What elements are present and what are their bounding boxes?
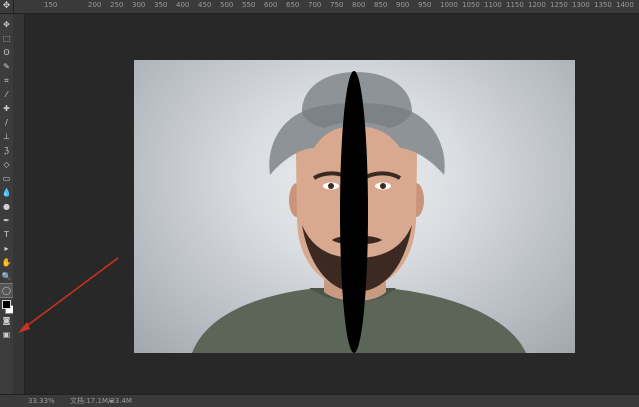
crop-tool-icon[interactable]: ⌗ xyxy=(0,74,13,87)
top-ruler: 150 200 250 300 350 400 450 500 550 600 650 700 750 8… xyxy=(0,0,639,14)
ruler-tick-label: 1050 xyxy=(462,1,480,9)
history-brush-tool-icon[interactable]: ℨ xyxy=(0,144,13,157)
ruler-tick-label: 1350 xyxy=(594,1,612,9)
ruler-tick-label: 1100 xyxy=(484,1,502,9)
gradient-tool-icon[interactable]: ▭ xyxy=(0,172,13,185)
eyedropper-tool-icon[interactable]: ⁄ xyxy=(0,88,13,101)
ruler-tick-label: 850 xyxy=(374,1,388,9)
quick-select-tool-icon[interactable]: ✎ xyxy=(0,60,13,73)
ruler-tick-label: 450 xyxy=(198,1,212,9)
brush-tool-icon[interactable]: / xyxy=(0,116,13,129)
ruler-tick-label: 350 xyxy=(154,1,168,9)
ruler-tick-label: 200 xyxy=(88,1,102,9)
ruler-tick-label: 1250 xyxy=(550,1,568,9)
pen-tool-icon[interactable]: ✒ xyxy=(0,214,13,227)
status-bar: 33.33% 文档:17.1M/33.4M ▸ xyxy=(0,394,639,407)
ruler-tick-label: 600 xyxy=(264,1,278,9)
zoom-tool-icon[interactable]: 🔍 xyxy=(0,270,13,283)
lasso-tool-icon[interactable]: ʘ xyxy=(0,46,13,59)
zoom-level[interactable]: 33.33% xyxy=(28,395,55,407)
foreground-color-swatch[interactable] xyxy=(2,300,11,309)
ruler-tick-label: 500 xyxy=(220,1,234,9)
ruler-tick-label: 900 xyxy=(396,1,410,9)
blur-tool-icon[interactable]: 💧 xyxy=(0,186,13,199)
ruler-tick-label: 150 xyxy=(44,1,58,9)
eraser-tool-icon[interactable]: ◇ xyxy=(0,158,13,171)
document-canvas[interactable] xyxy=(134,60,575,353)
ruler-tick-label: 950 xyxy=(418,1,432,9)
ruler-tick-label: 650 xyxy=(286,1,300,9)
left-ruler xyxy=(13,14,25,395)
move-cross-icon[interactable]: ✥ xyxy=(0,0,14,14)
ellipse-tool-icon[interactable]: ◯ xyxy=(0,283,14,298)
document-size: 文档:17.1M/33.4M xyxy=(70,397,132,405)
move-tool-icon[interactable]: ✥ xyxy=(0,18,13,31)
hand-tool-icon[interactable]: ✋ xyxy=(0,256,13,269)
tools-panel: ✥ ⬚ ʘ ✎ ⌗ ⁄ ✚ / ⊥ ℨ ◇ ▭ 💧 ● ✒ T ▸ ✋ 🔍 ◯ ◙ ▣ xyxy=(0,14,14,395)
screen-mode-icon[interactable]: ▣ xyxy=(0,328,13,341)
ruler-tick-label: 1000 xyxy=(440,1,458,9)
ruler-tick-label: 550 xyxy=(242,1,256,9)
ruler-tick-label: 1150 xyxy=(506,1,524,9)
photo-man-with-hat xyxy=(192,71,526,353)
ruler-tick-label: 700 xyxy=(308,1,322,9)
type-tool-icon[interactable]: T xyxy=(0,228,13,241)
ruler-tick-label: 750 xyxy=(330,1,344,9)
ruler-tick-label: 400 xyxy=(176,1,190,9)
ruler-tick-label: 800 xyxy=(352,1,366,9)
ruler-tick-label: 250 xyxy=(110,1,124,9)
status-arrow-icon[interactable]: ▸ xyxy=(110,395,114,407)
path-select-tool-icon[interactable]: ▸ xyxy=(0,242,13,255)
ruler-tick-label: 1200 xyxy=(528,1,546,9)
clone-stamp-tool-icon[interactable]: ⊥ xyxy=(0,130,13,143)
quick-mask-icon[interactable]: ◙ xyxy=(0,314,13,327)
dodge-tool-icon[interactable]: ● xyxy=(0,200,13,213)
ruler-tick-label: 1400 xyxy=(616,1,634,9)
ruler-tick-label: 1300 xyxy=(572,1,590,9)
marquee-tool-icon[interactable]: ⬚ xyxy=(0,32,13,45)
healing-brush-tool-icon[interactable]: ✚ xyxy=(0,102,13,115)
ruler-tick-label: 300 xyxy=(132,1,146,9)
